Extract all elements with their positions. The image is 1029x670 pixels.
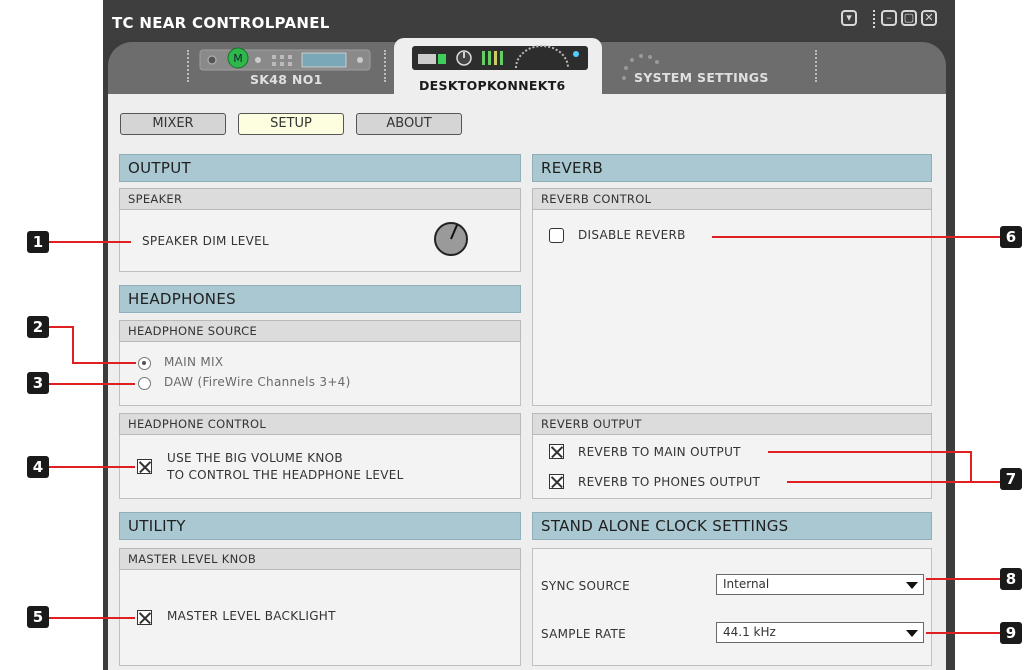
callout-7-line-c: [787, 481, 1000, 483]
disable-reverb-checkbox[interactable]: [549, 228, 564, 243]
callout-6-line: [712, 236, 1000, 238]
reverb-control-panel: [532, 188, 932, 406]
tab-desktopkonnekt6-label: DESKTOPKONNEKT6: [419, 78, 566, 93]
tab-separator: [187, 50, 189, 82]
close-icon[interactable]: ✕: [921, 10, 937, 26]
tab-separator: [815, 50, 817, 82]
callout-6: 6: [1000, 226, 1022, 248]
setup-button[interactable]: SETUP: [238, 113, 344, 135]
title-button-separator: [873, 10, 875, 28]
maximize-icon[interactable]: ▢: [901, 10, 917, 26]
about-button[interactable]: ABOUT: [356, 113, 462, 135]
dropdown-icon[interactable]: ▾: [841, 10, 857, 26]
big-volume-knob-label-line1: USE THE BIG VOLUME KNOB: [167, 451, 343, 465]
desktopkonnekt6-device-icon: [412, 45, 588, 70]
daw-radio[interactable]: [138, 377, 151, 390]
sample-rate-select[interactable]: 44.1 kHz: [716, 622, 924, 643]
output-section-header: OUTPUT: [119, 154, 521, 182]
speaker-dim-knob[interactable]: [432, 220, 470, 258]
headphone-control-header: HEADPHONE CONTROL: [119, 413, 521, 435]
main-mix-label: MAIN MIX: [164, 355, 224, 369]
app-title: TC NEAR CONTROLPANEL: [112, 14, 330, 32]
chevron-down-icon: [906, 582, 918, 589]
sync-source-select[interactable]: Internal: [716, 574, 924, 595]
callout-2-line-a: [49, 326, 73, 328]
sample-rate-label: SAMPLE RATE: [541, 627, 627, 641]
callout-5-line: [49, 617, 135, 619]
callout-3: 3: [27, 372, 49, 394]
reverb-control-header: REVERB CONTROL: [532, 188, 932, 210]
callout-1: 1: [27, 231, 49, 253]
callout-2-line-c: [72, 362, 136, 364]
callout-4-line: [49, 466, 135, 468]
big-volume-knob-checkbox[interactable]: [137, 459, 152, 474]
callout-1-line: [49, 241, 131, 243]
tab-system-settings[interactable]: SYSTEM SETTINGS: [610, 46, 810, 90]
callout-8-line: [926, 578, 1000, 580]
callout-2: 2: [27, 316, 49, 338]
clock-section-header: STAND ALONE CLOCK SETTINGS: [532, 512, 932, 540]
daw-label: DAW (FireWire Channels 3+4): [164, 375, 351, 389]
callout-2-line-b: [72, 326, 74, 364]
svg-text:M: M: [233, 52, 243, 65]
headphones-section-header: HEADPHONES: [119, 285, 521, 313]
callout-8: 8: [1000, 568, 1022, 590]
big-volume-knob-label-line2: TO CONTROL THE HEADPHONE LEVEL: [167, 468, 404, 482]
sk48-device-icon: M: [199, 47, 371, 71]
tab-system-settings-label: SYSTEM SETTINGS: [634, 70, 769, 85]
tab-sk48[interactable]: M SK48 NO1: [198, 46, 376, 90]
callout-4: 4: [27, 456, 49, 478]
callout-9-line: [926, 632, 1000, 634]
utility-section-header: UTILITY: [119, 512, 521, 540]
callout-7: 7: [1000, 468, 1022, 490]
disable-reverb-label: DISABLE REVERB: [578, 228, 686, 242]
callout-5: 5: [27, 606, 49, 628]
master-backlight-label: MASTER LEVEL BACKLIGHT: [167, 609, 336, 623]
callout-7-line-b: [970, 451, 972, 483]
reverb-to-main-checkbox[interactable]: [549, 444, 564, 459]
sync-source-value: Internal: [723, 577, 770, 591]
reverb-to-phones-checkbox[interactable]: [549, 474, 564, 489]
mixer-button[interactable]: MIXER: [120, 113, 226, 135]
main-mix-radio[interactable]: [138, 357, 151, 370]
speaker-dim-level-label: SPEAKER DIM LEVEL: [142, 234, 270, 248]
callout-3-line: [49, 383, 135, 385]
chevron-down-icon: [906, 630, 918, 637]
tab-sk48-label: SK48 NO1: [250, 72, 323, 87]
sample-rate-value: 44.1 kHz: [723, 625, 776, 639]
reverb-section-header: REVERB: [532, 154, 932, 182]
reverb-to-main-label: REVERB TO MAIN OUTPUT: [578, 445, 741, 459]
speaker-header: SPEAKER: [119, 188, 521, 210]
clock-settings-panel: [532, 548, 932, 666]
reverb-to-phones-label: REVERB TO PHONES OUTPUT: [578, 475, 761, 489]
headphone-source-header: HEADPHONE SOURCE: [119, 320, 521, 342]
master-level-header: MASTER LEVEL KNOB: [119, 548, 521, 570]
tab-separator: [384, 50, 386, 82]
minimize-icon[interactable]: –: [881, 10, 897, 26]
callout-7-line-a: [768, 451, 972, 453]
sync-source-label: SYNC SOURCE: [541, 579, 630, 593]
master-backlight-checkbox[interactable]: [137, 610, 152, 625]
callout-9: 9: [1000, 622, 1022, 644]
reverb-output-header: REVERB OUTPUT: [532, 413, 932, 435]
